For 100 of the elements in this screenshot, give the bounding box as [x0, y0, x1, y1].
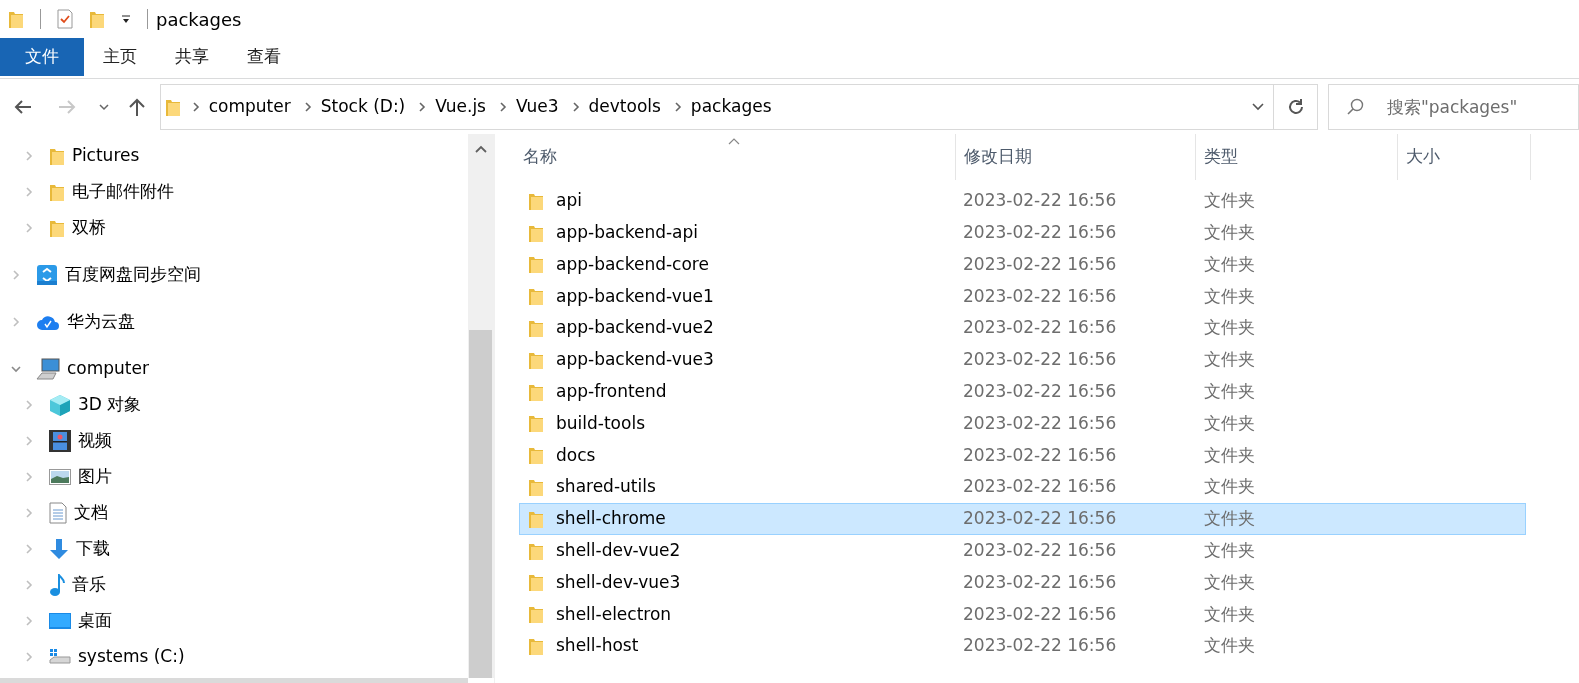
caret-icon [1251, 101, 1266, 112]
chevron-right-icon [23, 651, 35, 663]
refresh-button[interactable] [1274, 83, 1318, 130]
ribbon-tab[interactable]: 主页 [84, 38, 156, 76]
column-header[interactable]: 修改日期 [956, 134, 1196, 180]
folder-icon [528, 445, 544, 466]
caret-icon [98, 102, 109, 111]
folder-icon [528, 604, 544, 625]
nav-item[interactable]: 华为云盘 [0, 304, 468, 340]
chevron-down-icon [10, 363, 22, 375]
nav-item[interactable]: 下载 [0, 531, 468, 567]
file-menu-tab[interactable]: 文件 [0, 38, 84, 76]
ribbon-tab[interactable]: 共享 [156, 38, 228, 76]
file-row[interactable]: docs 2023-02-22 16:56 文件夹 [519, 439, 1526, 472]
file-row[interactable]: app-backend-vue1 2023-02-22 16:56 文件夹 [519, 280, 1526, 313]
file-row[interactable]: app-backend-api 2023-02-22 16:56 文件夹 [519, 216, 1526, 249]
ribbon-tab[interactable]: 查看 [228, 38, 300, 76]
desktop-icon [49, 613, 71, 629]
document-icon [49, 502, 67, 524]
nav-item[interactable]: computer [0, 351, 468, 387]
nav-item[interactable]: 双桥 [0, 210, 468, 246]
refresh-icon [1286, 97, 1305, 116]
file-row[interactable]: api 2023-02-22 16:56 文件夹 [519, 185, 1526, 217]
drive-icon [49, 648, 71, 666]
cube-icon [49, 394, 71, 416]
chevron-icon [570, 100, 581, 113]
folder-icon [8, 9, 24, 29]
chevron-icon [190, 100, 201, 113]
chevron-right-icon [23, 507, 35, 519]
file-row[interactable]: shell-dev-vue3 2023-02-22 16:56 文件夹 [519, 566, 1526, 599]
folder-icon [49, 182, 65, 202]
dropdown-icon[interactable] [121, 14, 131, 24]
sort-up-icon [728, 138, 740, 145]
chevron-right-icon [23, 435, 35, 447]
nav-item[interactable]: 音乐 [0, 567, 468, 603]
down-arrow-icon [49, 538, 69, 560]
chevron-right-icon [10, 316, 22, 328]
file-row[interactable]: shell-dev-vue2 2023-02-22 16:56 文件夹 [519, 534, 1526, 567]
nav-item[interactable]: 桌面 [0, 603, 468, 639]
chevron-right-icon [23, 615, 35, 627]
file-row[interactable]: app-backend-core 2023-02-22 16:56 文件夹 [519, 248, 1526, 281]
file-row[interactable]: build-tools 2023-02-22 16:56 文件夹 [519, 407, 1526, 440]
scroll-up-icon[interactable] [474, 144, 488, 154]
chevron-icon [672, 100, 683, 113]
nav-item[interactable]: 电子邮件附件 [0, 174, 468, 210]
search-icon [1346, 97, 1364, 116]
chevron-icon [417, 100, 428, 113]
cloud-drive-icon [36, 264, 58, 286]
nav-item[interactable]: Pictures [0, 138, 468, 174]
picture-icon [49, 469, 71, 485]
search-field[interactable]: 搜索"packages" [1328, 83, 1579, 130]
folder-icon [49, 146, 65, 166]
nav-item[interactable]: systems (C:) [0, 639, 468, 675]
file-row[interactable]: shell-host 2023-02-22 16:56 文件夹 [519, 630, 1526, 662]
breadcrumb-link[interactable]: computer [206, 93, 293, 120]
breadcrumb-link[interactable]: packages [688, 93, 774, 120]
computer-icon [36, 358, 60, 380]
chevron-right-icon [23, 150, 35, 162]
column-header[interactable]: 类型 [1196, 134, 1398, 180]
cloud-icon [36, 313, 60, 331]
checklist-icon[interactable] [57, 9, 73, 29]
nav-item[interactable]: 视频 [0, 423, 468, 459]
chevron-icon [302, 100, 313, 113]
nav-item[interactable]: 3D 对象 [0, 387, 468, 423]
nav-item[interactable]: 百度网盘同步空间 [0, 257, 468, 293]
file-row[interactable]: shared-utils 2023-02-22 16:56 文件夹 [519, 471, 1526, 503]
film-icon [49, 430, 71, 452]
nav-item[interactable]: 文档 [0, 495, 468, 531]
address-bar[interactable]: computer Stock (D:) Vue.js Vue3 devtools packages [159, 83, 1275, 130]
nav-item[interactable]: 图片 [0, 459, 468, 495]
chevron-right-icon [23, 222, 35, 234]
breadcrumb-link[interactable]: Vue.js [433, 93, 488, 120]
folder-icon [49, 218, 65, 238]
scrollbar-thumb[interactable] [469, 330, 492, 678]
folder-icon [528, 477, 544, 498]
chevron-icon [497, 100, 508, 113]
chevron-right-icon [23, 186, 35, 198]
folder-icon [528, 636, 544, 657]
column-header[interactable]: 大小 [1398, 134, 1531, 180]
breadcrumb-link[interactable]: Vue3 [513, 93, 561, 120]
file-row[interactable]: app-backend-vue3 2023-02-22 16:56 文件夹 [519, 344, 1526, 376]
chevron-right-icon [10, 269, 22, 281]
folder-icon [528, 572, 544, 593]
vertical-scrollbar[interactable] [468, 134, 494, 678]
window-title: packages [156, 7, 242, 32]
file-row[interactable]: shell-chrome 2023-02-22 16:56 文件夹 [519, 502, 1526, 535]
chevron-right-icon [23, 579, 35, 591]
column-header[interactable]: 名称 [495, 134, 956, 180]
breadcrumb-link[interactable]: devtools [586, 93, 663, 120]
folder-icon [528, 318, 544, 339]
chevron-right-icon [23, 399, 35, 411]
chevron-right-icon [23, 471, 35, 483]
file-row[interactable]: app-backend-vue2 2023-02-22 16:56 文件夹 [519, 312, 1526, 344]
file-row[interactable]: app-frontend 2023-02-22 16:56 文件夹 [519, 375, 1526, 408]
music-note-icon [49, 574, 65, 596]
folder-icon [528, 254, 544, 275]
file-row[interactable]: shell-electron 2023-02-22 16:56 文件夹 [519, 598, 1526, 631]
horizontal-scrollbar[interactable] [0, 678, 468, 683]
breadcrumb-link[interactable]: Stock (D:) [318, 93, 408, 120]
folder-icon [89, 9, 105, 29]
